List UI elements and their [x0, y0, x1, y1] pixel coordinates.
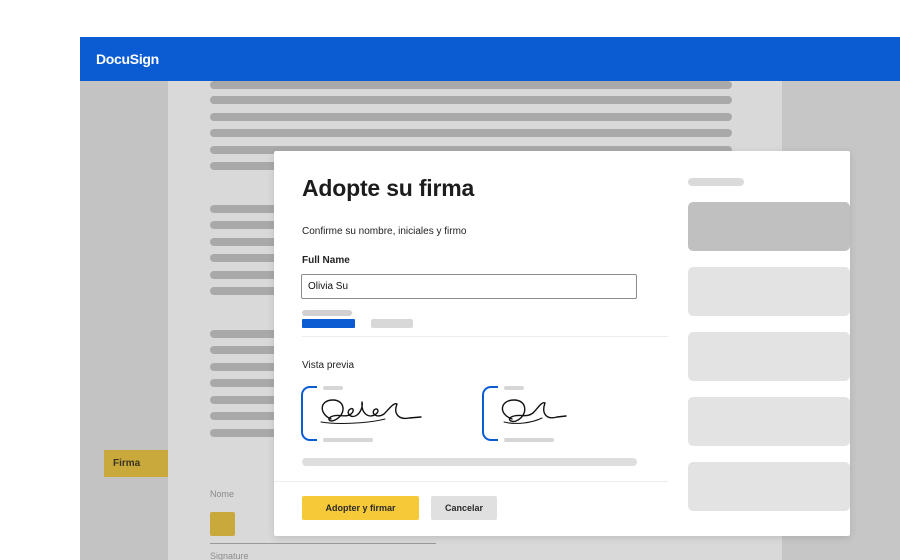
name-field-label: Nome: [210, 489, 235, 499]
signature-meta-placeholder: [323, 438, 373, 442]
initials-meta-placeholder: [504, 438, 554, 442]
name-field-placeholder[interactable]: [210, 512, 235, 536]
style-list-header-placeholder: [688, 178, 744, 186]
modal-footer-divider: [274, 481, 668, 482]
full-name-label: Full Name: [302, 255, 350, 266]
handwritten-initials-icon: [501, 399, 567, 424]
style-option[interactable]: [688, 397, 850, 446]
modal-title: Adopte su firma: [302, 175, 475, 201]
initials-preview[interactable]: [482, 386, 612, 442]
docusign-logo[interactable]: DocuSign: [96, 51, 159, 67]
initials-caption-placeholder: [504, 386, 524, 390]
signature-preview[interactable]: [301, 386, 431, 442]
adopt-signature-modal: Adopte su firma Confirme su nombre, inic…: [274, 151, 850, 536]
left-sidebar: [80, 81, 168, 560]
document-text-line: [210, 113, 732, 121]
signature-caption-placeholder: [323, 386, 343, 390]
document-text-line: [210, 129, 732, 137]
style-option-selected[interactable]: [688, 202, 850, 251]
document-text-line: [210, 96, 732, 104]
handwritten-signature-icon: [320, 399, 422, 424]
sign-here-tag[interactable]: Firma: [104, 450, 168, 477]
style-option[interactable]: [688, 267, 850, 316]
cancel-button[interactable]: Cancelar: [431, 496, 497, 520]
modal-subtitle: Confirme su nombre, iniciales y firmo: [302, 226, 467, 237]
tab-draw[interactable]: [371, 319, 413, 328]
full-name-input[interactable]: [301, 274, 637, 299]
preview-footer-placeholder: [302, 458, 637, 466]
style-option[interactable]: [688, 332, 850, 381]
signature-line: [210, 543, 436, 544]
preview-label: Vista previa: [302, 360, 355, 371]
document-text-line: [210, 81, 732, 89]
signature-field-label: Signature: [210, 551, 249, 560]
tab-select-style[interactable]: [302, 319, 355, 328]
screen: DocuSign Firma Nome Signature Adopte su …: [0, 0, 900, 560]
tab-divider: [302, 336, 668, 337]
style-tab-label-placeholder: [302, 310, 352, 316]
style-option[interactable]: [688, 462, 850, 511]
top-bar: DocuSign: [80, 37, 900, 81]
adopt-and-sign-button[interactable]: Adopter y firmar: [302, 496, 419, 520]
